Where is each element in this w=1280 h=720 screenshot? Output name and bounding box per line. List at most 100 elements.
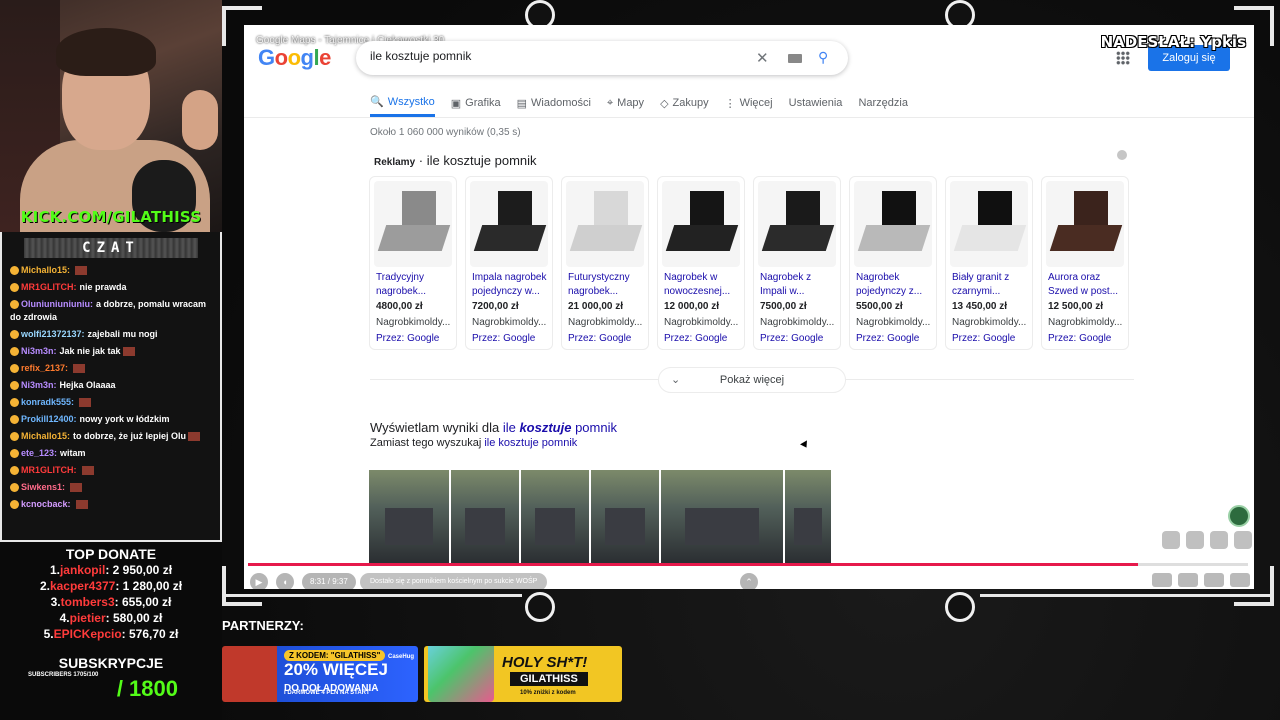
product-name[interactable]: Nagrobek w nowoczesnej... xyxy=(664,271,742,299)
subscriptions-goal: / 1800 xyxy=(116,676,178,701)
product-card[interactable]: Nagrobek w nowoczesnej... 12 000,00 zł Nag… xyxy=(657,176,745,350)
partner-banner-casehug[interactable]: Z KODEM: "GILATHISS" 20% WIĘCEJ DO DOŁADO… xyxy=(222,646,418,702)
tab-zakupy[interactable]: ◇ Zakupy xyxy=(660,93,709,117)
search-icon[interactable]: ⚲ xyxy=(818,49,828,66)
user-badge-icon xyxy=(10,415,19,425)
tab-narzędzia[interactable]: Narzędzia xyxy=(858,93,908,117)
product-card[interactable]: Impala nagrobek pojedynczy w... 7200,00 z… xyxy=(465,176,553,350)
product-via[interactable]: Przez: Google xyxy=(760,333,823,344)
product-name[interactable]: Aurora oraz Szwed w post... xyxy=(1048,271,1126,299)
chat-username[interactable]: konradk555: xyxy=(21,397,74,407)
chat-message: Michallo15: to dobrze, że już lepiej Olu xyxy=(2,428,220,445)
product-card[interactable]: Tradycyjny nagrobek... 4800,00 zł Nagrobki… xyxy=(369,176,457,350)
product-name[interactable]: Impala nagrobek pojedynczy w... xyxy=(472,271,550,299)
close-icon[interactable]: ✕ xyxy=(756,49,769,67)
original-query-link[interactable]: ile kosztuje pomnik xyxy=(484,437,577,449)
partner-banner-holy[interactable]: HOLY SH*T! GILATHISS 10% zniżki z kodem xyxy=(424,646,622,702)
subtitles-icon[interactable] xyxy=(1178,573,1198,587)
tab-wszystko[interactable]: 🔍 Wszystko xyxy=(370,93,435,117)
autoplay-toggle[interactable] xyxy=(1152,573,1172,587)
emote-icon xyxy=(70,483,83,493)
image-result[interactable] xyxy=(521,470,589,564)
keyboard-icon[interactable] xyxy=(788,54,802,63)
fullscreen-icon[interactable] xyxy=(1230,573,1250,587)
product-via[interactable]: Przez: Google xyxy=(664,333,727,344)
corrected-query-link[interactable]: ile kosztuje pomnik xyxy=(503,420,617,435)
donate-amount: : 1 280,00 zł xyxy=(115,579,183,593)
emote-icon xyxy=(81,466,94,476)
product-card[interactable]: Aurora oraz Szwed w post... 12 500,00 zł N… xyxy=(1041,176,1129,350)
chat-username[interactable]: Michallo15: xyxy=(21,265,70,275)
chat-username[interactable]: Michallo15: xyxy=(21,431,70,441)
image-result[interactable] xyxy=(661,470,783,564)
dislike-icon[interactable] xyxy=(1186,531,1204,549)
apps-grid-icon[interactable] xyxy=(1116,51,1130,65)
chat-username[interactable]: Oluniuniuniuniu: xyxy=(21,299,93,309)
donate-rank: 3. xyxy=(50,595,61,609)
webcam-streamer-hair xyxy=(56,28,156,76)
chat-username[interactable]: Ni3m3n: xyxy=(21,380,57,390)
product-via[interactable]: Przez: Google xyxy=(952,333,1015,344)
play-icon[interactable]: ▶ xyxy=(250,573,268,589)
gear-icon[interactable] xyxy=(1204,573,1224,587)
tab-label: Narzędzia xyxy=(858,97,908,109)
divider xyxy=(244,117,1254,118)
product-shop: Nagrobkimoldy... xyxy=(856,317,931,328)
product-card[interactable]: Futurystyczny nagrobek... 21 000,00 zł Nag… xyxy=(561,176,649,350)
image-result[interactable] xyxy=(369,470,449,564)
donate-name: jankopil xyxy=(59,563,106,577)
search-input[interactable] xyxy=(370,49,730,63)
product-name[interactable]: Biały granit z czarnymi... xyxy=(952,271,1030,299)
product-image xyxy=(566,181,644,267)
video-chapter[interactable]: Dostało się z pomnikiem kościelnym po su… xyxy=(360,573,548,589)
image-result[interactable] xyxy=(785,470,831,564)
tab-mapy[interactable]: ⌖ Mapy xyxy=(607,93,644,117)
chat-username[interactable]: ete_123: xyxy=(21,448,57,458)
chat-username[interactable]: wolfi21372137: xyxy=(21,329,85,339)
chat-username[interactable]: Prokill12400: xyxy=(21,414,77,424)
tab-icon: ◇ xyxy=(660,97,669,110)
user-badge-icon xyxy=(10,466,19,476)
tab-ustawienia[interactable]: Ustawienia xyxy=(789,93,843,117)
product-name[interactable]: Nagrobek pojedynczy z... xyxy=(856,271,934,299)
product-name[interactable]: Futurystyczny nagrobek... xyxy=(568,271,646,299)
image-result[interactable] xyxy=(451,470,519,564)
chat-username[interactable]: refix_2137: xyxy=(21,363,68,373)
user-badge-icon xyxy=(10,449,19,459)
chat-username[interactable]: MR1GLITCH: xyxy=(21,465,77,475)
product-via[interactable]: Przez: Google xyxy=(856,333,919,344)
chat-username[interactable]: kcnocback: xyxy=(21,499,71,509)
emote-icon xyxy=(188,432,201,442)
product-via[interactable]: Przez: Google xyxy=(1048,333,1111,344)
product-card[interactable]: Nagrobek pojedynczy z... 5500,00 zł Nagrob… xyxy=(849,176,937,350)
product-via[interactable]: Przez: Google xyxy=(376,333,439,344)
product-via[interactable]: Przez: Google xyxy=(568,333,631,344)
google-logo[interactable]: Google xyxy=(258,45,331,71)
video-progress-bar[interactable] xyxy=(248,563,1248,566)
chat-username[interactable]: Ni3m3n: xyxy=(21,346,57,356)
video-right-controls xyxy=(1152,573,1250,587)
image-result[interactable] xyxy=(591,470,659,564)
product-card[interactable]: Biały granit z czarnymi... 13 450,00 zł Na… xyxy=(945,176,1033,350)
info-icon[interactable] xyxy=(1117,150,1127,160)
tab-wiadomości[interactable]: ▤ Wiadomości xyxy=(517,93,591,117)
tab-więcej[interactable]: ⋮ Więcej xyxy=(725,93,773,117)
chat-username[interactable]: MR1GLITCH: xyxy=(21,282,77,292)
tab-icon: 🔍 xyxy=(370,96,384,108)
like-icon[interactable] xyxy=(1162,531,1180,549)
product-price: 12 500,00 zł xyxy=(1048,301,1104,312)
product-card[interactable]: Nagrobek z Impali w... 7500,00 zł Nagrobki… xyxy=(753,176,841,350)
comment-icon[interactable] xyxy=(1210,531,1228,549)
chat-message: konradk555: xyxy=(2,394,220,411)
tab-grafika[interactable]: ▣ Grafika xyxy=(451,93,501,117)
chat-message: Michallo15: xyxy=(2,262,220,279)
product-via[interactable]: Przez: Google xyxy=(472,333,535,344)
chat-username[interactable]: Siwkens1: xyxy=(21,482,65,492)
show-more-button[interactable]: ⌄ Pokaż więcej xyxy=(658,367,846,393)
share-icon[interactable] xyxy=(1234,531,1252,549)
product-name[interactable]: Tradycyjny nagrobek... xyxy=(376,271,454,299)
volume-icon[interactable]: ◖ xyxy=(276,573,294,589)
product-name[interactable]: Nagrobek z Impali w... xyxy=(760,271,838,299)
product-price: 7500,00 zł xyxy=(760,301,807,312)
chevron-up-icon[interactable]: ⌃ xyxy=(740,573,758,589)
